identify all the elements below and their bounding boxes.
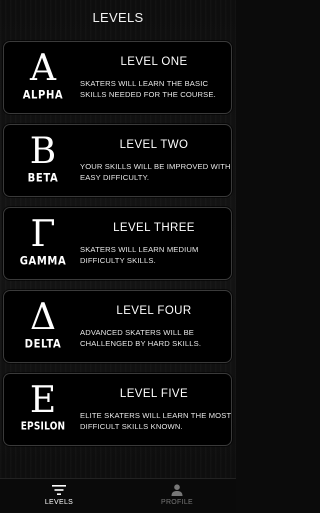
gamma-word: GAMMA bbox=[19, 255, 67, 268]
beta-letter: B bbox=[29, 131, 57, 172]
tab-profile-label: PROFILE bbox=[160, 499, 194, 506]
level-description: YOUR SKILLS WILL BE IMPROVED WITH EASY D… bbox=[80, 162, 231, 182]
level-description: SKATERS WILL LEARN MEDIUM DIFFICULTY SKI… bbox=[80, 245, 199, 265]
delta-letter: Δ bbox=[30, 297, 56, 338]
person-icon bbox=[171, 484, 183, 496]
level-description: SKATERS WILL LEARN THE BASIC SKILLS NEED… bbox=[80, 79, 216, 99]
epsilon-logo: E EPSILON bbox=[14, 380, 72, 440]
gamma-logo: Γ GAMMA bbox=[14, 214, 72, 274]
level-description: ELITE SKATERS WILL LEARN THE MOST DIFFIC… bbox=[80, 411, 232, 431]
gamma-letter: Γ bbox=[30, 214, 56, 255]
level-title: LEVEL TWO bbox=[119, 139, 189, 151]
alpha-logo: A ALPHA bbox=[14, 48, 72, 108]
level-title: LEVEL THREE bbox=[113, 222, 195, 234]
tab-levels[interactable]: LEVELS bbox=[0, 479, 118, 513]
filter-list-icon bbox=[52, 485, 66, 495]
tab-profile[interactable]: PROFILE bbox=[118, 479, 236, 513]
level-title: LEVEL FIVE bbox=[119, 388, 189, 400]
levels-screen: LEVELS A ALPHA LEVEL ONE SKATERS WILL LE… bbox=[0, 0, 236, 512]
page-title: LEVELS bbox=[92, 9, 144, 25]
level-card-one[interactable]: A ALPHA LEVEL ONE SKATERS WILL LEARN THE… bbox=[3, 41, 232, 114]
delta-logo: Δ DELTA bbox=[14, 297, 72, 357]
delta-word: DELTA bbox=[24, 338, 62, 351]
bottom-tab-bar: LEVELS PROFILE bbox=[0, 478, 236, 512]
level-card-four[interactable]: Δ DELTA LEVEL FOUR ADVANCED SKATERS WILL… bbox=[3, 290, 232, 363]
level-description: ADVANCED SKATERS WILL BE CHALLENGED BY H… bbox=[80, 328, 202, 348]
tab-levels-label: LEVELS bbox=[44, 499, 74, 506]
level-card-five[interactable]: E EPSILON LEVEL FIVE ELITE SKATERS WILL … bbox=[3, 373, 232, 446]
level-title: LEVEL FOUR bbox=[116, 305, 192, 317]
level-card-three[interactable]: Γ GAMMA LEVEL THREE SKATERS WILL LEARN M… bbox=[3, 207, 232, 280]
epsilon-word: EPSILON bbox=[20, 421, 66, 433]
level-card-two[interactable]: B BETA LEVEL TWO YOUR SKILLS WILL BE IMP… bbox=[3, 124, 232, 197]
app-header: LEVELS bbox=[0, 0, 236, 34]
epsilon-letter: E bbox=[29, 380, 57, 421]
beta-logo: B BETA bbox=[14, 131, 72, 191]
alpha-word: ALPHA bbox=[22, 89, 64, 102]
beta-word: BETA bbox=[27, 172, 59, 185]
alpha-letter: A bbox=[30, 48, 56, 89]
level-title: LEVEL ONE bbox=[120, 56, 188, 68]
